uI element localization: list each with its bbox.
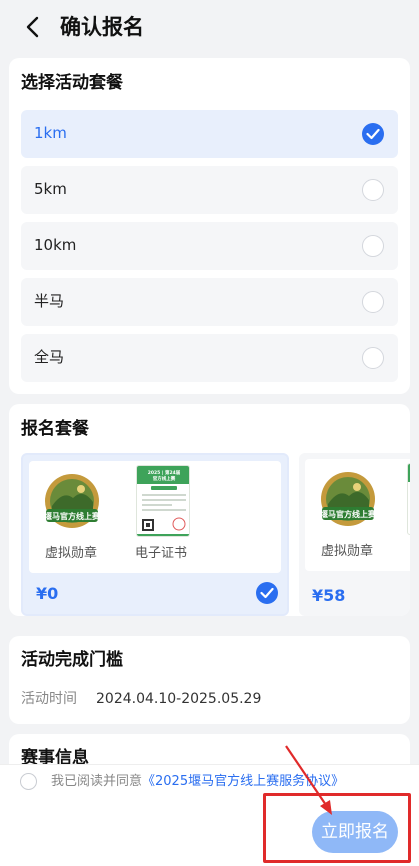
- option-label: 半马: [34, 292, 65, 310]
- option-1km[interactable]: 1km: [21, 110, 398, 158]
- bundle-option-free[interactable]: 堰马官方线上赛 虚拟勋章 2025 | 第24届 官方线上赛 电子证书 ¥0: [21, 453, 289, 616]
- certificate-image: 2025 | 第24届 官方线上赛: [136, 465, 190, 537]
- agreement-prefix: 我已阅读并同意: [51, 774, 143, 789]
- medal-image: 堰马官方线上赛: [320, 472, 377, 526]
- item-label: 电: [375, 543, 410, 561]
- bundle-price: ¥58: [312, 586, 346, 605]
- package-select-card: 选择活动套餐 1km 5km 10km 半马 全马: [9, 58, 410, 394]
- option-label: 5km: [34, 180, 67, 198]
- radio-icon[interactable]: [362, 235, 384, 257]
- package-section-title: 选择活动套餐: [21, 73, 123, 93]
- threshold-card: 活动完成门槛 活动时间 2024.04.10-2025.05.29: [9, 636, 410, 724]
- activity-time-label: 活动时间: [21, 691, 77, 707]
- option-label: 1km: [34, 124, 67, 142]
- option-label: 10km: [34, 236, 77, 254]
- page-title: 确认报名: [60, 15, 144, 39]
- bundle-option-paid[interactable]: 堰马官方线上赛 虚拟勋章 电 ¥58: [299, 453, 410, 616]
- radio-icon[interactable]: [362, 347, 384, 369]
- radio-icon[interactable]: [362, 291, 384, 313]
- chevron-left-icon[interactable]: [22, 16, 44, 38]
- bundle-card: 报名套餐 堰马官方线上赛 虚拟勋章 2025 | 第24届 官方线上赛 电子证书…: [9, 404, 410, 616]
- medal-image: 堰马官方线上赛: [44, 474, 101, 528]
- medal-text: 堰马官方线上赛: [44, 511, 101, 521]
- medal-text: 堰马官方线上赛: [320, 509, 377, 519]
- option-10km[interactable]: 10km: [21, 222, 398, 270]
- option-half-marathon[interactable]: 半马: [21, 278, 398, 326]
- bundle-price: ¥0: [36, 584, 59, 603]
- activity-time-value: 2024.04.10-2025.05.29: [96, 691, 262, 707]
- threshold-section-title: 活动完成门槛: [21, 650, 123, 670]
- radio-icon[interactable]: [362, 179, 384, 201]
- header-bar: 确认报名: [0, 0, 419, 56]
- svg-text:官方线上赛: 官方线上赛: [153, 475, 176, 482]
- checked-icon[interactable]: [256, 582, 278, 604]
- item-label: 电子证书: [134, 546, 187, 561]
- bundle-items: 堰马官方线上赛 虚拟勋章 2025 | 第24届 官方线上赛 电子证书: [29, 461, 281, 573]
- certificate-image: [407, 463, 410, 535]
- arrow-icon: [285, 745, 332, 815]
- option-label: 全马: [34, 348, 65, 366]
- svg-text:2025 | 第24届: 2025 | 第24届: [148, 469, 181, 476]
- bundle-items: 堰马官方线上赛 虚拟勋章 电: [305, 459, 410, 571]
- bundle-section-title: 报名套餐: [21, 419, 89, 439]
- option-full-marathon[interactable]: 全马: [21, 334, 398, 382]
- item-label: 虚拟勋章: [44, 546, 97, 561]
- agree-checkbox[interactable]: [20, 773, 37, 790]
- option-5km[interactable]: 5km: [21, 166, 398, 214]
- checked-icon[interactable]: [362, 123, 384, 145]
- bundle-item-medal: 堰马官方线上赛 虚拟勋章: [31, 461, 111, 573]
- bundle-item-certificate: 2025 | 第24届 官方线上赛 电子证书: [121, 461, 201, 573]
- bundle-item-certificate: 电: [397, 459, 410, 571]
